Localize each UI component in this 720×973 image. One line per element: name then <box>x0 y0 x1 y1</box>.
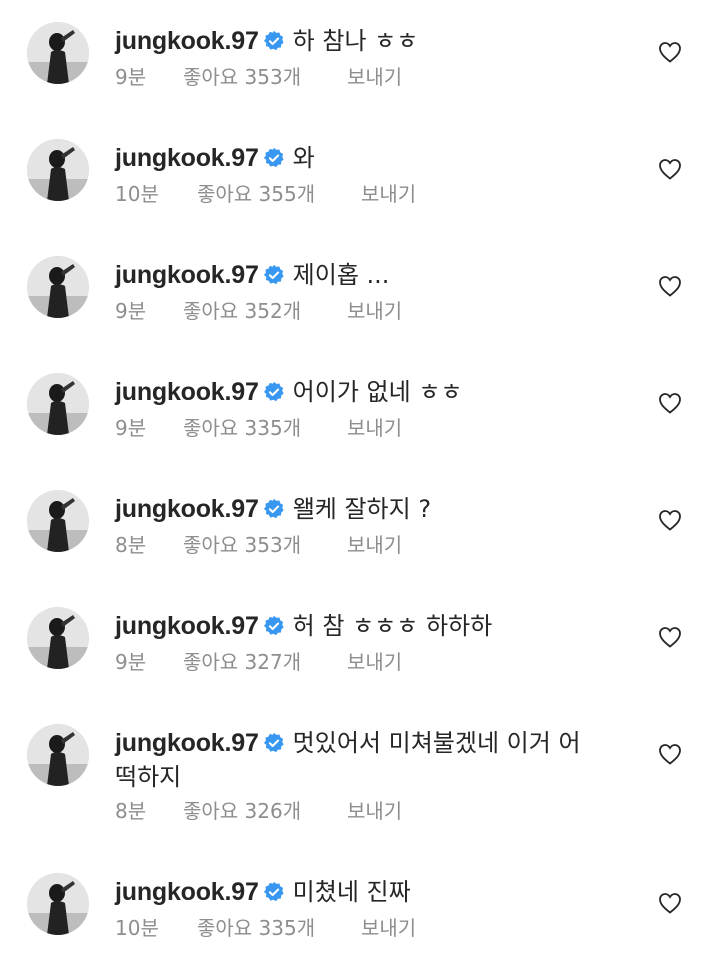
verified-badge-icon <box>263 732 284 753</box>
heart-icon[interactable] <box>658 41 682 63</box>
verified-badge-icon <box>263 615 284 636</box>
comment-line: jungkook.97 하 참나 ㅎㅎ <box>115 24 635 58</box>
heart-icon[interactable] <box>658 509 682 531</box>
comment-line: jungkook.97 미쳤네 진짜 <box>115 875 635 909</box>
avatar[interactable] <box>27 22 89 84</box>
reply-button[interactable]: 보내기 <box>347 532 402 558</box>
comment-time: 9분 <box>115 299 147 323</box>
avatar[interactable] <box>27 139 89 201</box>
verified-badge-icon <box>263 264 284 285</box>
comment-item: jungkook.97 어이가 없네 ㅎㅎ 9분 좋아요 335개 보내기 <box>0 373 720 473</box>
avatar[interactable] <box>27 490 89 552</box>
likes-count[interactable]: 좋아요 335개 <box>183 415 347 441</box>
heart-icon[interactable] <box>658 392 682 414</box>
verified-badge-icon <box>263 30 284 51</box>
comment-item: jungkook.97 미쳤네 진짜 10분 좋아요 335개 보내기 <box>0 873 720 973</box>
comment-meta: 10분 좋아요 335개 보내기 <box>115 915 416 941</box>
verified-badge-icon <box>263 147 284 168</box>
likes-count[interactable]: 좋아요 327개 <box>183 649 347 675</box>
comment-item: jungkook.97 제이홉 ... 9분 좋아요 352개 보내기 <box>0 256 720 356</box>
reply-button[interactable]: 보내기 <box>347 298 402 324</box>
comment-text: 어이가 없네 ㅎㅎ <box>292 378 463 406</box>
comment-item: jungkook.97 하 참나 ㅎㅎ 9분 좋아요 353개 보내기 <box>0 22 720 122</box>
heart-icon[interactable] <box>658 626 682 648</box>
likes-count[interactable]: 좋아요 326개 <box>183 798 347 824</box>
comment-time: 9분 <box>115 416 147 440</box>
avatar[interactable] <box>27 373 89 435</box>
comment-item: jungkook.97 왤케 잘하지 ? 8분 좋아요 353개 보내기 <box>0 490 720 590</box>
comment-meta: 9분 좋아요 352개 보내기 <box>115 298 402 324</box>
reply-button[interactable]: 보내기 <box>347 415 402 441</box>
likes-count[interactable]: 좋아요 353개 <box>183 64 347 90</box>
heart-icon[interactable] <box>658 275 682 297</box>
comment-meta: 9분 좋아요 335개 보내기 <box>115 415 402 441</box>
comment-line: jungkook.97 왤케 잘하지 ? <box>115 492 635 526</box>
comment-time: 9분 <box>115 650 147 674</box>
avatar[interactable] <box>27 607 89 669</box>
username-link[interactable]: jungkook.97 <box>115 261 259 289</box>
username-link[interactable]: jungkook.97 <box>115 27 259 55</box>
reply-button[interactable]: 보내기 <box>347 798 402 824</box>
comment-item: jungkook.97 허 참 ㅎㅎㅎ 하하하 9분 좋아요 327개 보내기 <box>0 607 720 707</box>
username-link[interactable]: jungkook.97 <box>115 612 259 640</box>
likes-count[interactable]: 좋아요 335개 <box>197 915 361 941</box>
heart-icon[interactable] <box>658 743 682 765</box>
username-link[interactable]: jungkook.97 <box>115 495 259 523</box>
reply-button[interactable]: 보내기 <box>361 181 416 207</box>
comment-text: 와 <box>292 144 315 172</box>
reply-button[interactable]: 보내기 <box>347 649 402 675</box>
username-link[interactable]: jungkook.97 <box>115 729 259 757</box>
username-link[interactable]: jungkook.97 <box>115 144 259 172</box>
comment-meta: 9분 좋아요 353개 보내기 <box>115 64 402 90</box>
comment-text: 허 참 ㅎㅎㅎ 하하하 <box>292 612 493 640</box>
comment-line: jungkook.97 허 참 ㅎㅎㅎ 하하하 <box>115 609 635 643</box>
likes-count[interactable]: 좋아요 353개 <box>183 532 347 558</box>
comment-time: 10분 <box>115 182 159 206</box>
comment-text: 하 참나 ㅎㅎ <box>292 27 419 55</box>
comment-meta: 9분 좋아요 327개 보내기 <box>115 649 402 675</box>
reply-button[interactable]: 보내기 <box>347 64 402 90</box>
comment-text: 왤케 잘하지 ? <box>292 495 432 523</box>
likes-count[interactable]: 좋아요 352개 <box>183 298 347 324</box>
comment-meta: 8분 좋아요 353개 보내기 <box>115 532 402 558</box>
comment-time: 8분 <box>115 799 147 823</box>
comment-time: 10분 <box>115 916 159 940</box>
comment-item: jungkook.97 와 10분 좋아요 355개 보내기 <box>0 139 720 239</box>
comment-line: jungkook.97 제이홉 ... <box>115 258 635 292</box>
username-link[interactable]: jungkook.97 <box>115 378 259 406</box>
heart-icon[interactable] <box>658 158 682 180</box>
comment-item: jungkook.97 멋있어서 미쳐불겠네 이거 어떡하지 8분 좋아요 326개… <box>0 724 720 854</box>
comment-time: 8분 <box>115 533 147 557</box>
comment-meta: 10분 좋아요 355개 보내기 <box>115 181 416 207</box>
comment-meta: 8분 좋아요 326개 보내기 <box>115 798 402 824</box>
heart-icon[interactable] <box>658 892 682 914</box>
verified-badge-icon <box>263 381 284 402</box>
verified-badge-icon <box>263 498 284 519</box>
comment-text: 제이홉 ... <box>292 261 390 289</box>
comment-line: jungkook.97 멋있어서 미쳐불겠네 이거 어떡하지 <box>115 726 585 794</box>
comment-line: jungkook.97 와 <box>115 141 635 175</box>
avatar[interactable] <box>27 256 89 318</box>
comment-time: 9분 <box>115 65 147 89</box>
comment-line: jungkook.97 어이가 없네 ㅎㅎ <box>115 375 635 409</box>
verified-badge-icon <box>263 881 284 902</box>
reply-button[interactable]: 보내기 <box>361 915 416 941</box>
comment-text: 미쳤네 진짜 <box>292 878 411 906</box>
avatar[interactable] <box>27 724 89 786</box>
username-link[interactable]: jungkook.97 <box>115 878 259 906</box>
avatar[interactable] <box>27 873 89 935</box>
likes-count[interactable]: 좋아요 355개 <box>197 181 361 207</box>
